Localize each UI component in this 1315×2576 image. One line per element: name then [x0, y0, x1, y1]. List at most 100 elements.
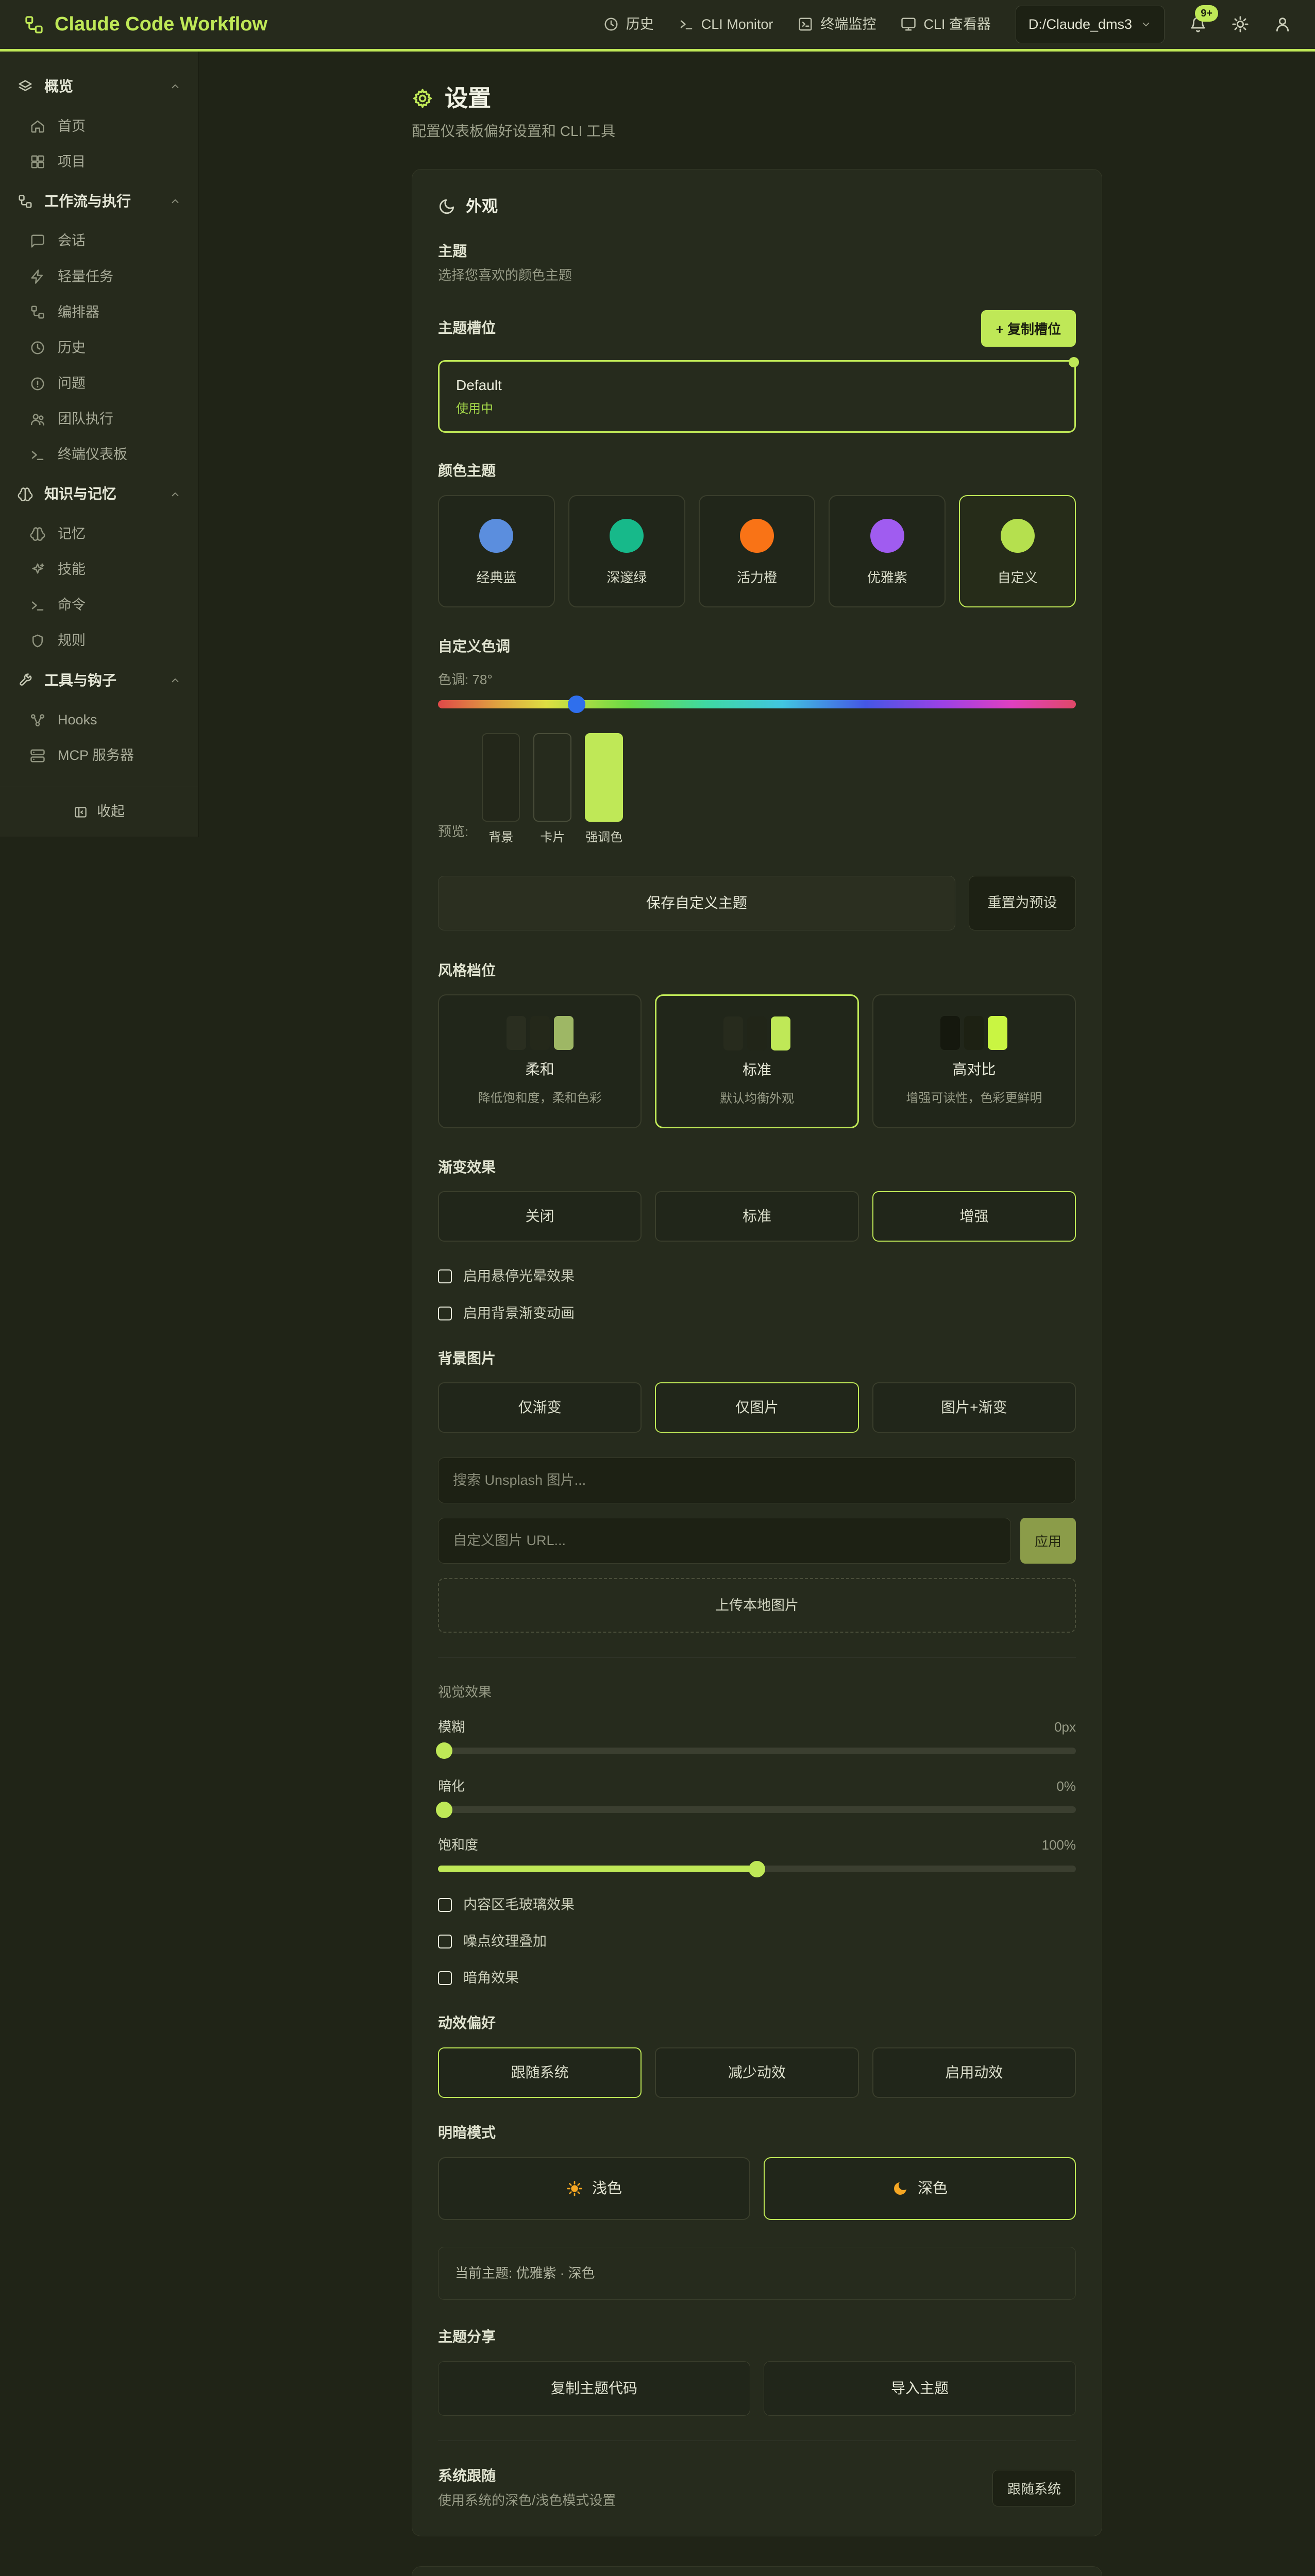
sidebar-item-terminal-dashboard[interactable]: 终端仪表板: [0, 437, 198, 472]
theme-option-green[interactable]: 深邃绿: [568, 495, 685, 607]
upload-local-image-button[interactable]: 上传本地图片: [438, 1578, 1076, 1633]
saturation-slider-thumb[interactable]: [749, 1861, 765, 1877]
blur-slider[interactable]: [438, 1748, 1076, 1754]
bg-mode-image-only[interactable]: 仅图片: [655, 1382, 858, 1433]
zap-icon: [30, 269, 45, 284]
sidebar-item-rules[interactable]: 规则: [0, 623, 198, 658]
reset-preset-button[interactable]: 重置为预设: [969, 876, 1076, 930]
sidebar-item-home[interactable]: 首页: [0, 109, 198, 144]
theme-option-label: 深邃绿: [606, 568, 647, 588]
hue-slider[interactable]: [438, 700, 1076, 708]
motion-enable[interactable]: 启用动效: [872, 2047, 1076, 2098]
gradient-standard[interactable]: 标准: [655, 1191, 858, 1242]
sidebar-group-tools[interactable]: 工具与钩子: [0, 659, 198, 703]
glass-checkbox-row[interactable]: 内容区毛玻璃效果: [438, 1895, 1076, 1915]
theme-toggle-button[interactable]: [1232, 15, 1249, 33]
workflow-logo-icon: [24, 14, 44, 35]
hover-glow-checkbox-row[interactable]: 启用悬停光晕效果: [438, 1266, 1076, 1286]
save-custom-theme-button[interactable]: 保存自定义主题: [438, 876, 955, 930]
sidebar-item-skills[interactable]: 技能: [0, 552, 198, 587]
sidebar-item-history[interactable]: 历史: [0, 330, 198, 366]
sidebar-item-team-execution[interactable]: 团队执行: [0, 401, 198, 437]
motion-follow-system[interactable]: 跟随系统: [438, 2047, 642, 2098]
sidebar-item-label: 终端仪表板: [58, 445, 127, 465]
sidebar-item-orchestrator[interactable]: 编排器: [0, 295, 198, 330]
account-button[interactable]: [1274, 15, 1291, 33]
preview-card-swatch: [533, 733, 571, 822]
nav-history[interactable]: 历史: [603, 14, 654, 35]
sidebar-item-light-tasks[interactable]: 轻量任务: [0, 259, 198, 295]
mode-dark-button[interactable]: 深色: [764, 2157, 1076, 2220]
tier-desc: 默认均衡外观: [720, 1090, 794, 1108]
theme-option-orange[interactable]: 活力橙: [699, 495, 816, 607]
sidebar-item-memory[interactable]: 记忆: [0, 516, 198, 552]
sidebar-group-overview[interactable]: 概览: [0, 65, 198, 109]
sidebar-item-hooks[interactable]: Hooks: [0, 702, 198, 738]
sidebar-item-label: 会话: [58, 231, 86, 251]
glass-checkbox[interactable]: [438, 1898, 452, 1912]
tier-soft[interactable]: 柔和 降低饱和度，柔和色彩: [438, 994, 642, 1128]
tier-standard[interactable]: 标准 默认均衡外观: [655, 994, 858, 1128]
preview-swatch-label: 卡片: [540, 829, 565, 847]
blur-slider-thumb[interactable]: [436, 1742, 452, 1759]
vignette-checkbox[interactable]: [438, 1971, 452, 1985]
hover-glow-checkbox[interactable]: [438, 1269, 452, 1283]
sidebar-item-issues[interactable]: 问题: [0, 366, 198, 401]
sidebar-item-projects[interactable]: 项目: [0, 144, 198, 180]
bg-anim-checkbox-row[interactable]: 启用背景渐变动画: [438, 1303, 1076, 1324]
notifications-button[interactable]: 9+: [1189, 15, 1207, 33]
gradient-off[interactable]: 关闭: [438, 1191, 642, 1242]
sidebar-item-mcp-server[interactable]: MCP 服务器: [0, 738, 198, 773]
project-selector[interactable]: D:/Claude_dms3: [1016, 6, 1165, 43]
import-theme-button[interactable]: 导入主题: [764, 2361, 1076, 2416]
theme-option-blue[interactable]: 经典蓝: [438, 495, 555, 607]
custom-url-input[interactable]: [438, 1518, 1011, 1564]
moon-icon: [438, 198, 456, 215]
darken-slider[interactable]: [438, 1806, 1076, 1813]
palette-grid: 经典蓝 深邃绿 活力橙 优雅紫: [438, 495, 1076, 607]
gradient-enhanced[interactable]: 增强: [872, 1191, 1076, 1242]
nav-cli-viewer[interactable]: CLI 查看器: [901, 14, 991, 35]
sidebar-item-sessions[interactable]: 会话: [0, 223, 198, 259]
sidebar-item-commands[interactable]: 命令: [0, 587, 198, 623]
noise-checkbox-row[interactable]: 噪点纹理叠加: [438, 1931, 1076, 1952]
tier-high-contrast[interactable]: 高对比 增强可读性，色彩更鲜明: [872, 994, 1076, 1128]
bg-mode-image-gradient[interactable]: 图片+渐变: [872, 1382, 1076, 1433]
sidebar-collapse-button[interactable]: 收起: [0, 787, 198, 836]
project-selector-value: D:/Claude_dms3: [1029, 14, 1132, 35]
copy-theme-code-button[interactable]: 复制主题代码: [438, 2361, 750, 2416]
sparkle-icon: [30, 562, 45, 578]
layers-icon: [18, 79, 33, 94]
sidebar-group-knowledge[interactable]: 知识与记忆: [0, 472, 198, 516]
motion-reduce[interactable]: 减少动效: [655, 2047, 858, 2098]
nav-terminal-monitor[interactable]: 终端监控: [798, 14, 876, 35]
active-slot-dot: [1069, 357, 1079, 367]
motion-label: 动效偏好: [438, 2013, 1076, 2034]
theme-option-purple[interactable]: 优雅紫: [829, 495, 946, 607]
copy-slot-button[interactable]: + 复制槽位: [981, 310, 1076, 347]
terminal-icon: [30, 447, 45, 463]
unsplash-search-input[interactable]: [438, 1458, 1076, 1503]
saturation-label: 饱和度: [438, 1836, 478, 1855]
sidebar-item-label: 编排器: [58, 302, 99, 323]
darken-slider-thumb[interactable]: [436, 1802, 452, 1818]
app-brand[interactable]: Claude Code Workflow: [24, 10, 267, 39]
apply-url-button[interactable]: 应用: [1020, 1518, 1076, 1564]
hue-value-label: 色调: 78°: [438, 670, 1076, 690]
bg-anim-label: 启用背景渐变动画: [463, 1303, 575, 1324]
bg-anim-checkbox[interactable]: [438, 1307, 452, 1320]
blur-value: 0px: [1054, 1718, 1076, 1737]
vignette-checkbox-row[interactable]: 暗角效果: [438, 1968, 1076, 1988]
hue-slider-thumb[interactable]: [568, 696, 585, 713]
mode-light-button[interactable]: 浅色: [438, 2157, 750, 2220]
nav-cli-monitor[interactable]: CLI Monitor: [679, 14, 773, 35]
follow-system-button[interactable]: 跟随系统: [992, 2470, 1076, 2506]
noise-checkbox[interactable]: [438, 1935, 452, 1948]
bg-mode-gradient-only[interactable]: 仅渐变: [438, 1382, 642, 1433]
theme-slot-default[interactable]: Default 使用中: [438, 360, 1076, 433]
saturation-slider[interactable]: [438, 1866, 1076, 1872]
theme-option-custom[interactable]: 自定义: [959, 495, 1076, 607]
sidebar-group-workflow[interactable]: 工作流与执行: [0, 180, 198, 224]
theme-option-label: 经典蓝: [476, 568, 516, 588]
monitor-icon: [901, 16, 916, 32]
